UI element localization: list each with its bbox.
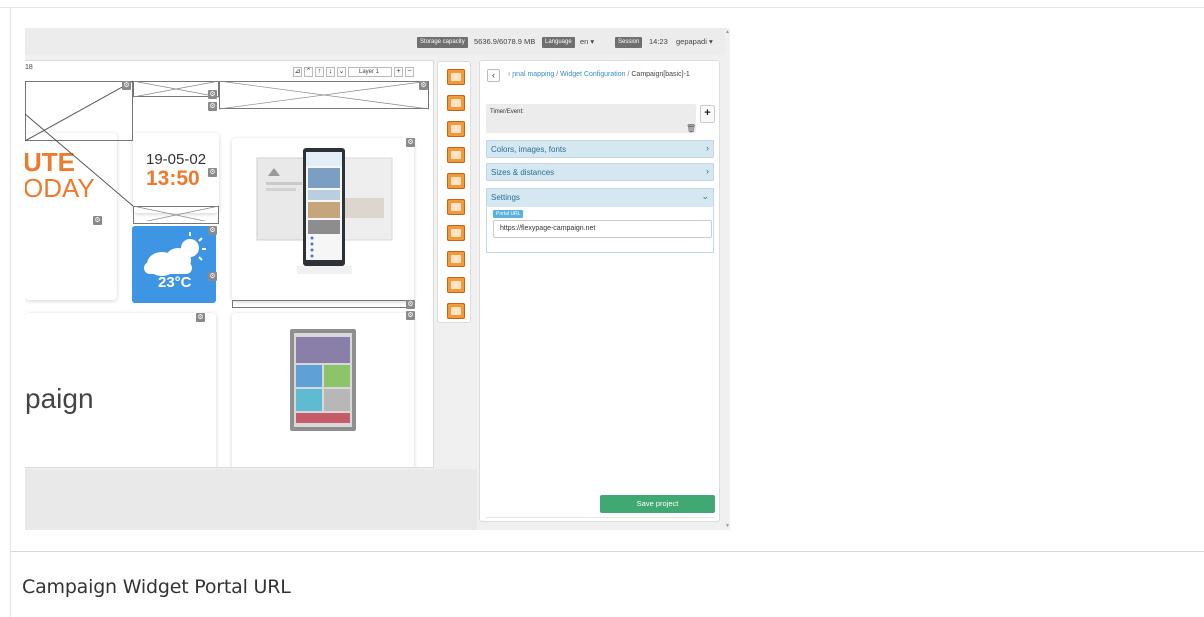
widget-icon[interactable] <box>447 199 465 215</box>
add-timer-button[interactable]: + <box>700 105 715 123</box>
layout-canvas[interactable]: 18 ⊿ ⌃ ↑ ↓ ⌄ Layer 1 + − UTE ODAY 19-05-… <box>25 60 434 468</box>
portal-url-label: Portal URL <box>493 210 524 218</box>
settings-section[interactable]: Settings ⌄ <box>486 188 714 208</box>
add-layer-button[interactable]: + <box>394 66 403 77</box>
widget-icon[interactable] <box>447 251 465 267</box>
gear-icon[interactable]: ⚙ <box>208 168 217 177</box>
breadcrumb-current: Campaign[basic]-1 <box>631 71 690 78</box>
widget-icon[interactable] <box>447 225 465 241</box>
widget-icon[interactable] <box>447 147 465 163</box>
tablet-display-preview-image <box>290 329 356 431</box>
storage-capacity-badge: Storage capacity <box>417 37 468 48</box>
chevron-right-icon: › <box>706 166 709 176</box>
section-title: Colors, images, fonts <box>491 145 567 154</box>
storage-value: 5636.9/6078.9 MB <box>474 37 536 46</box>
screenshot-frame: Storage capacity 5636.9/6078.9 MB Langua… <box>25 28 730 530</box>
scroll-up-icon[interactable]: ▲ <box>725 29 730 35</box>
widget-config-panel: ‹ ‹ ɲnal mapping / Widget Configuration … <box>479 60 720 522</box>
session-badge: Session <box>615 37 643 48</box>
temperature-text: 23°C <box>158 274 192 291</box>
section-title: Settings <box>491 193 520 202</box>
panel-divider <box>486 517 714 518</box>
gear-icon[interactable]: ⚙ <box>208 102 217 111</box>
gear-icon[interactable]: ⚙ <box>419 81 428 90</box>
chevron-right-icon: › <box>706 143 709 153</box>
remove-layer-button[interactable]: − <box>405 66 414 77</box>
breadcrumb-signal-mapping[interactable]: ɲnal mapping <box>512 71 554 78</box>
page: Storage capacity 5636.9/6078.9 MB Langua… <box>0 0 1204 617</box>
campaign-widget[interactable]: paign <box>25 313 216 467</box>
breadcrumb: ‹ ɲnal mapping / Widget Configuration / … <box>508 71 690 78</box>
top-bar: Storage capacity 5636.9/6078.9 MB Langua… <box>25 28 730 55</box>
settings-body: Portal URL https://flexypage-campaign.ne… <box>486 207 714 253</box>
widget-icon[interactable] <box>447 173 465 189</box>
section-title: Sizes & distances <box>491 168 555 177</box>
trash-icon[interactable]: 🗑 <box>686 124 696 133</box>
language-dropdown[interactable]: en ▾ <box>580 36 594 48</box>
scrollbar[interactable]: ▲ ▼ <box>725 28 730 530</box>
widget-frame <box>232 300 414 308</box>
widget-icon[interactable] <box>447 303 465 319</box>
gear-icon[interactable]: ⚙ <box>208 272 217 281</box>
language-badge: Language <box>542 37 575 48</box>
arrow-down-icon[interactable]: ↓ <box>326 66 335 77</box>
layer-select[interactable]: Layer 1 <box>348 66 392 77</box>
portal-url-input[interactable]: https://flexypage-campaign.net <box>493 220 712 238</box>
gear-icon[interactable]: ⚙ <box>93 216 102 225</box>
widget-icon[interactable] <box>447 121 465 137</box>
gear-icon[interactable]: ⚙ <box>406 138 415 147</box>
frame-cross-lines <box>25 81 429 221</box>
timer-event-box: Timer/Event: 🗑 <box>486 104 696 133</box>
device-preview-card-2[interactable] <box>232 313 414 467</box>
gear-icon[interactable]: ⚙ <box>208 226 217 235</box>
canvas-footer-area <box>25 469 477 530</box>
chevron-up-icon[interactable]: ⌃ <box>304 66 313 77</box>
caption-divider <box>10 551 1204 552</box>
sizes-distances-section[interactable]: Sizes & distances › <box>486 163 714 181</box>
widget-icon[interactable] <box>447 95 465 111</box>
breadcrumb-widget-configuration[interactable]: Widget Configuration <box>560 71 625 78</box>
gear-icon[interactable]: ⚙ <box>196 313 205 322</box>
top-border <box>0 7 1204 8</box>
widget-toolbox <box>437 61 471 323</box>
arrow-up-icon[interactable]: ↑ <box>315 66 324 77</box>
user-menu[interactable]: gepapadi ▾ <box>676 36 713 48</box>
timer-event-label: Timer/Event: <box>490 109 524 115</box>
canvas-toolbar: ⊿ ⌃ ↑ ↓ ⌄ Layer 1 + − <box>293 66 414 77</box>
campaign-text: paign <box>25 383 94 414</box>
weather-cloud-sun-icon <box>144 232 206 276</box>
scroll-down-icon[interactable]: ▼ <box>725 523 730 529</box>
gear-icon[interactable]: ⚙ <box>122 81 131 90</box>
select-tool-button[interactable]: ⊿ <box>293 66 302 77</box>
gear-icon[interactable]: ⚙ <box>406 311 415 320</box>
widget-icon[interactable] <box>447 277 465 293</box>
gear-icon[interactable]: ⚙ <box>406 300 415 309</box>
colors-images-fonts-section[interactable]: Colors, images, fonts › <box>486 140 714 158</box>
weather-widget[interactable]: 23°C <box>132 226 216 303</box>
chevron-down-icon: ⌄ <box>701 191 709 201</box>
chevron-down-icon[interactable]: ⌄ <box>337 66 346 77</box>
figure-caption: Campaign Widget Portal URL <box>22 576 291 598</box>
left-rule <box>10 8 11 617</box>
save-project-button[interactable]: Save project <box>600 495 715 513</box>
gear-icon[interactable]: ⚙ <box>208 90 217 99</box>
back-button[interactable]: ‹ <box>487 69 500 82</box>
page-label: 18 <box>25 64 33 71</box>
session-time: 14:23 <box>649 37 668 46</box>
add-widget-icon[interactable] <box>447 69 465 85</box>
